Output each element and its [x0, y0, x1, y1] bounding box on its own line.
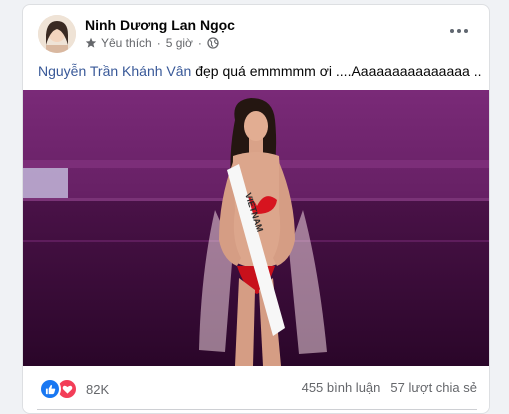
more-dot-icon: [457, 29, 461, 33]
star-icon: [85, 37, 97, 48]
post-text: Nguyễn Trần Khánh Vân đẹp quá emmmmm ơi …: [38, 63, 481, 79]
more-dot-icon: [450, 29, 454, 33]
pageant-stage-image: VIETNAM: [23, 90, 489, 366]
more-dot-icon: [464, 29, 468, 33]
post-footer: 82K 455 bình luận 57 lượt chia sẻ: [23, 366, 489, 410]
author-avatar[interactable]: [38, 15, 76, 53]
footer-divider: [37, 409, 477, 410]
reactions-summary[interactable]: 82K: [39, 378, 109, 400]
meta-separator-2: ·: [197, 36, 202, 50]
author-name[interactable]: Ninh Dương Lan Ngọc: [85, 17, 235, 33]
meta-liked-label: Yêu thích: [101, 36, 152, 50]
reaction-count: 82K: [86, 381, 110, 397]
post-meta: Yêu thích · 5 giờ ·: [85, 36, 219, 50]
avatar-photo: [38, 15, 76, 53]
mention-link[interactable]: Nguyễn Trần Khánh Vân: [38, 63, 191, 79]
comments-count-link[interactable]: 455 bình luận: [302, 380, 381, 395]
globe-icon[interactable]: [207, 37, 219, 49]
more-options-button[interactable]: [445, 21, 473, 41]
post-photo[interactable]: VIETNAM: [23, 90, 489, 366]
post-stats: 455 bình luận 57 lượt chia sẻ: [302, 380, 477, 395]
like-reaction-icon: [39, 378, 61, 400]
post-timestamp[interactable]: 5 giờ: [166, 36, 193, 50]
meta-separator: ·: [156, 36, 161, 50]
post-text-body: đẹp quá emmmmm ơi ....Aaaaaaaaaaaaaaa ..: [191, 63, 482, 79]
post-card: Ninh Dương Lan Ngọc Yêu thích · 5 giờ · …: [22, 4, 490, 414]
shares-count-link[interactable]: 57 lượt chia sẻ: [390, 380, 477, 395]
